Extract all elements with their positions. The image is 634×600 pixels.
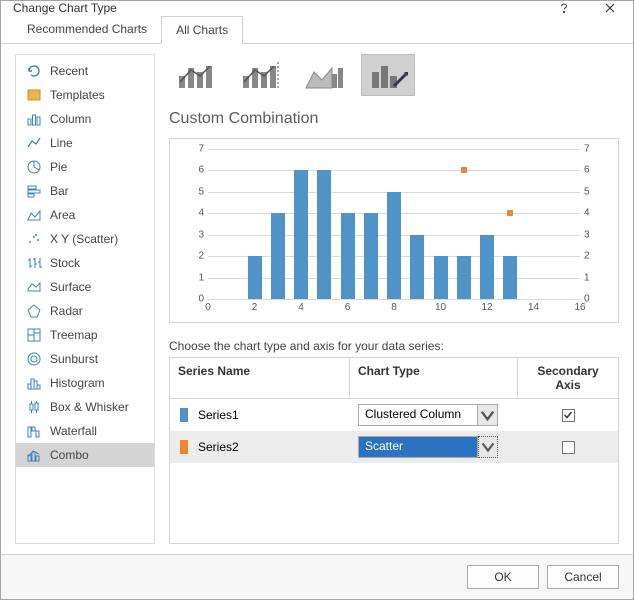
combo-subtype-3[interactable]	[297, 54, 351, 96]
sidebar-item-radar[interactable]: Radar	[16, 299, 154, 323]
tab-recommended[interactable]: Recommended Charts	[13, 16, 161, 44]
chevron-down-icon	[478, 436, 498, 458]
ok-button[interactable]: OK	[467, 565, 539, 589]
col-series-name: Series Name	[170, 358, 350, 398]
combo-subtype-1[interactable]	[169, 54, 223, 96]
series-name: Series1	[198, 408, 239, 422]
combo-subtype-row	[169, 54, 619, 96]
sidebar-item-recent[interactable]: Recent	[16, 59, 154, 83]
section-title: Custom Combination	[169, 110, 619, 128]
chart-preview: 00112233445566770246810121416	[169, 138, 619, 323]
series1-secondary-checkbox[interactable]	[562, 409, 575, 422]
series-row-1: Series1 Clustered Column	[170, 399, 618, 431]
titlebar: Change Chart Type	[1, 1, 633, 15]
series2-secondary-checkbox[interactable]	[562, 441, 575, 454]
sidebar-item-bar[interactable]: Bar	[16, 179, 154, 203]
line-icon	[26, 135, 42, 151]
waterfall-icon	[26, 423, 42, 439]
area-icon	[26, 207, 42, 223]
series2-charttype-select[interactable]: Scatter	[358, 436, 498, 458]
sidebar-item-scatter[interactable]: X Y (Scatter)	[16, 227, 154, 251]
sidebar-item-label: Line	[50, 136, 73, 150]
series-name: Series2	[198, 440, 239, 454]
sidebar-item-label: Radar	[50, 304, 83, 318]
col-chart-type: Chart Type	[350, 358, 518, 398]
sidebar-item-column[interactable]: Column	[16, 107, 154, 131]
radar-icon	[26, 303, 42, 319]
sidebar-item-label: Area	[50, 208, 75, 222]
sidebar-item-label: Pie	[50, 160, 67, 174]
series-swatch	[180, 440, 188, 454]
series-row-2: Series2 Scatter	[170, 431, 618, 463]
recent-icon	[26, 63, 42, 79]
stock-icon	[26, 255, 42, 271]
sidebar-item-area[interactable]: Area	[16, 203, 154, 227]
sidebar-item-label: Box & Whisker	[50, 400, 129, 414]
combo-subtype-4[interactable]	[361, 54, 415, 96]
sidebar-item-treemap[interactable]: Treemap	[16, 323, 154, 347]
sidebar-item-line[interactable]: Line	[16, 131, 154, 155]
chevron-down-icon	[478, 404, 498, 426]
series-instruction: Choose the chart type and axis for your …	[169, 339, 619, 353]
sidebar-item-label: Templates	[50, 88, 105, 102]
histogram-icon	[26, 375, 42, 391]
bar-icon	[26, 183, 42, 199]
sidebar-item-label: Combo	[50, 448, 89, 462]
change-chart-type-dialog: Change Chart Type Recommended Charts All…	[0, 0, 634, 600]
combo-icon	[26, 447, 42, 463]
cancel-button[interactable]: Cancel	[547, 565, 619, 589]
sidebar-item-label: Bar	[50, 184, 69, 198]
sidebar-item-label: Surface	[50, 280, 91, 294]
sidebar-item-label: Histogram	[50, 376, 105, 390]
treemap-icon	[26, 327, 42, 343]
scatter-icon	[26, 231, 42, 247]
combo-subtype-2[interactable]	[233, 54, 287, 96]
combo-value: Clustered Column	[358, 404, 478, 426]
sidebar-item-label: Recent	[50, 64, 88, 78]
pie-icon	[26, 159, 42, 175]
sidebar-item-label: Stock	[50, 256, 80, 270]
sidebar-item-templates[interactable]: Templates	[16, 83, 154, 107]
surface-icon	[26, 279, 42, 295]
sidebar-item-waterfall[interactable]: Waterfall	[16, 419, 154, 443]
templates-icon	[26, 87, 42, 103]
sidebar-item-label: Column	[50, 112, 91, 126]
tabs: Recommended Charts All Charts	[1, 15, 633, 44]
dialog-title: Change Chart Type	[13, 1, 117, 15]
series-table: Series Name Chart Type Secondary Axis Se…	[169, 357, 619, 544]
help-button[interactable]	[541, 1, 587, 15]
sidebar-item-pie[interactable]: Pie	[16, 155, 154, 179]
series-swatch	[180, 408, 188, 422]
sidebar-item-combo[interactable]: Combo	[16, 443, 154, 467]
sidebar-item-stock[interactable]: Stock	[16, 251, 154, 275]
sidebar-item-label: Treemap	[50, 328, 98, 342]
series1-charttype-select[interactable]: Clustered Column	[358, 404, 498, 426]
sidebar-item-boxwhisker[interactable]: Box & Whisker	[16, 395, 154, 419]
sunburst-icon	[26, 351, 42, 367]
sidebar-item-surface[interactable]: Surface	[16, 275, 154, 299]
sidebar-item-label: Waterfall	[50, 424, 97, 438]
combo-value: Scatter	[358, 436, 478, 458]
column-icon	[26, 111, 42, 127]
dialog-footer: OK Cancel	[1, 554, 633, 599]
col-secondary-axis: Secondary Axis	[518, 358, 618, 398]
chart-category-list: Recent Templates Column Line Pie Bar Are…	[15, 54, 155, 544]
sidebar-item-sunburst[interactable]: Sunburst	[16, 347, 154, 371]
sidebar-item-histogram[interactable]: Histogram	[16, 371, 154, 395]
tab-all-charts[interactable]: All Charts	[161, 16, 243, 44]
sidebar-item-label: Sunburst	[50, 352, 98, 366]
sidebar-item-label: X Y (Scatter)	[50, 232, 118, 246]
boxwhisker-icon	[26, 399, 42, 415]
close-button[interactable]	[587, 1, 633, 15]
